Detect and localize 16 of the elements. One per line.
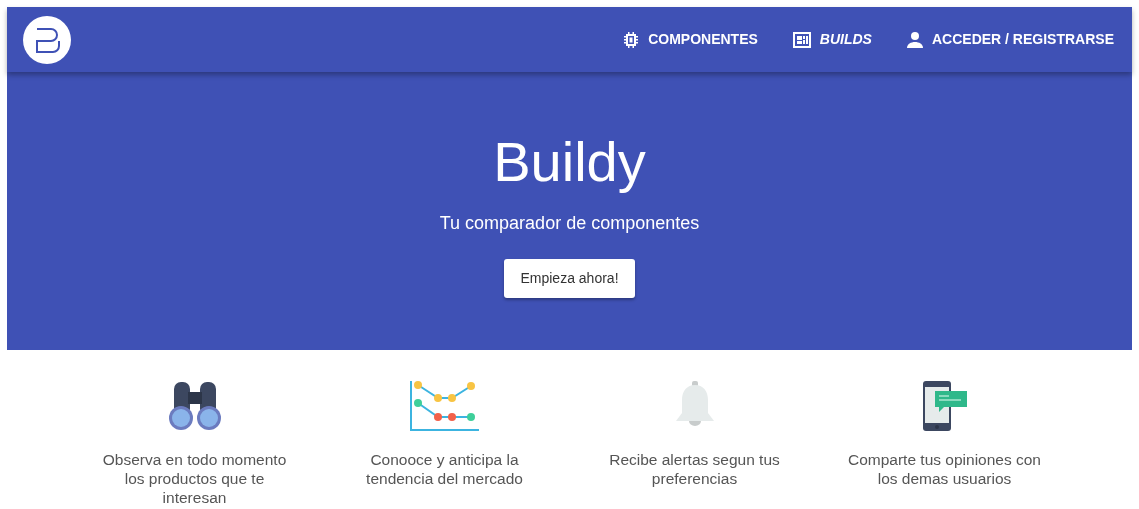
nav-link[interactable]: BUILDS [791, 23, 872, 56]
feature-text: Observa en todo momento los productos que te interesan [101, 450, 288, 507]
start-button[interactable]: Empieza ahora! [504, 259, 635, 298]
hero-subtitle: Tu comparador de componentes [439, 212, 700, 235]
feature-text: Recibe alertas segun tus preferencias [608, 450, 781, 488]
feature-text: Comparte tus opiniones con los demas usuarios [847, 450, 1042, 488]
chip-icon [622, 30, 641, 49]
logo-icon[interactable] [23, 15, 71, 64]
nav-link[interactable]: ACCEDER / REGISTRARSE [905, 23, 1114, 56]
grid-icon [791, 30, 812, 49]
feature-text: Conooce y anticipa la tendencia del mercado [365, 450, 524, 488]
nav-link[interactable]: COMPONENTES [622, 23, 758, 56]
line-chart-icon [408, 380, 481, 432]
person-icon [905, 30, 924, 49]
binoculars-icon [166, 380, 223, 432]
phone-message-icon [920, 380, 969, 432]
